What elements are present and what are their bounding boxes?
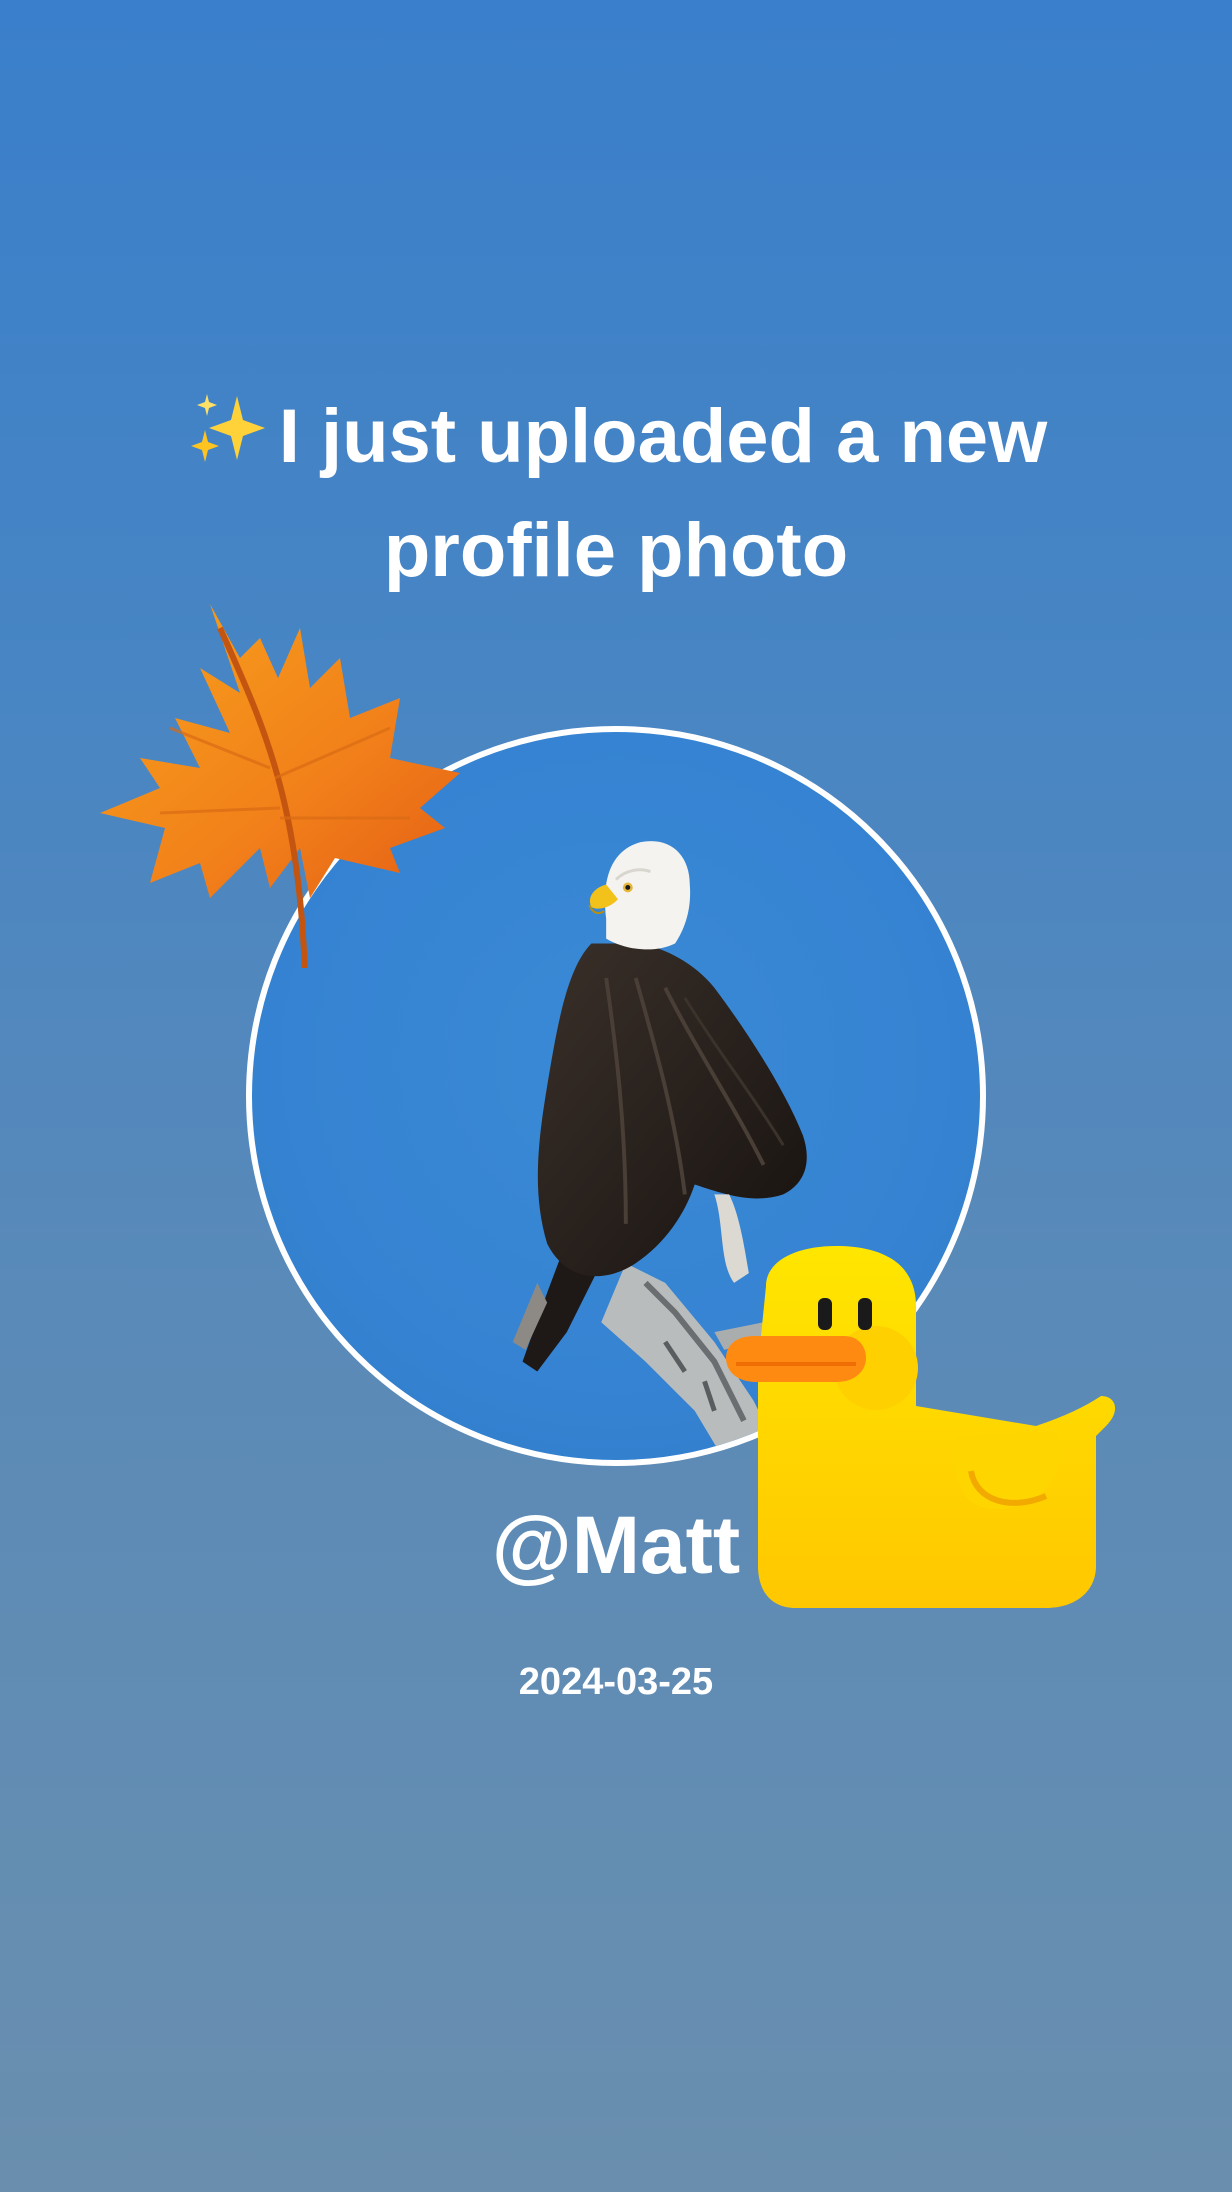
- post-headline: I just uploaded a new profile photo: [100, 380, 1132, 608]
- headline-text: I just uploaded a new profile photo: [278, 394, 1048, 593]
- post-date: 2024-03-25: [518, 1661, 714, 1703]
- sparkles-icon: [185, 388, 271, 468]
- username: @Matt: [491, 1500, 741, 1591]
- maple-leaf-icon: [100, 598, 470, 979]
